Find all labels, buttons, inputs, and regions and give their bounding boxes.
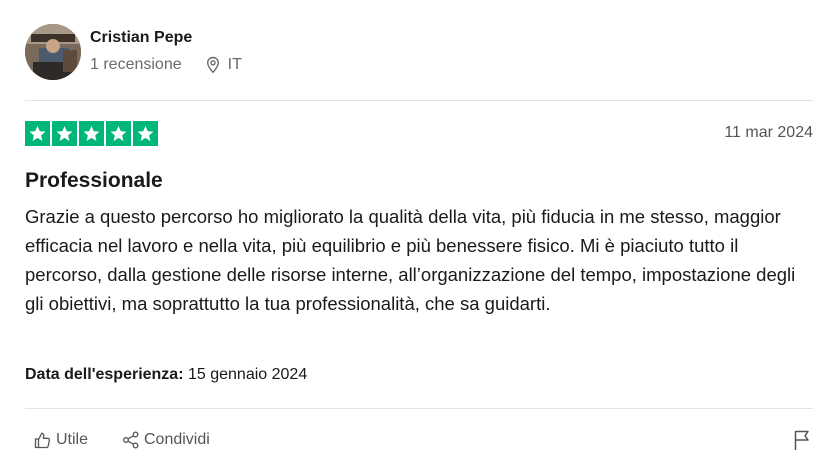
review-date: 11 mar 2024 [724,124,813,141]
reviewer-avatar[interactable] [25,24,81,80]
review-actions: Utile Condividi [25,430,813,454]
star-icon [52,121,77,146]
share-icon [121,430,141,450]
review-count: 1 recensione [90,56,182,73]
flag-button[interactable] [791,430,813,454]
useful-button[interactable]: Utile [33,430,88,450]
star-rating [25,121,158,146]
experience-date-value: 15 gennaio 2024 [187,366,308,383]
star-icon [106,121,131,146]
divider [25,100,813,101]
thumbs-up-icon [33,430,53,450]
flag-icon [793,429,811,456]
reviewer-name[interactable]: Cristian Pepe [90,29,192,47]
share-label: Condividi [144,431,210,448]
star-icon [79,121,104,146]
reviewer-header: Cristian Pepe 1 recensione IT [25,24,813,82]
experience-date-label: Data dell'esperienza: [25,366,184,383]
location-pin-icon [204,56,222,74]
useful-label: Utile [56,431,89,448]
review-title[interactable]: Professionale [25,169,163,193]
star-icon [133,121,158,146]
reviewer-location: IT [227,56,242,73]
star-icon [25,121,50,146]
review-card: Cristian Pepe 1 recensione IT 11 mar 202… [25,0,813,468]
review-body: Grazie a questo percorso ho migliorato l… [25,206,796,314]
reviewer-meta: 1 recensione IT [90,56,242,74]
divider [25,408,813,409]
experience-date: Data dell'esperienza: 15 gennaio 2024 [25,366,307,384]
share-button[interactable]: Condividi [121,430,210,450]
avatar-photo-icon [25,24,81,80]
